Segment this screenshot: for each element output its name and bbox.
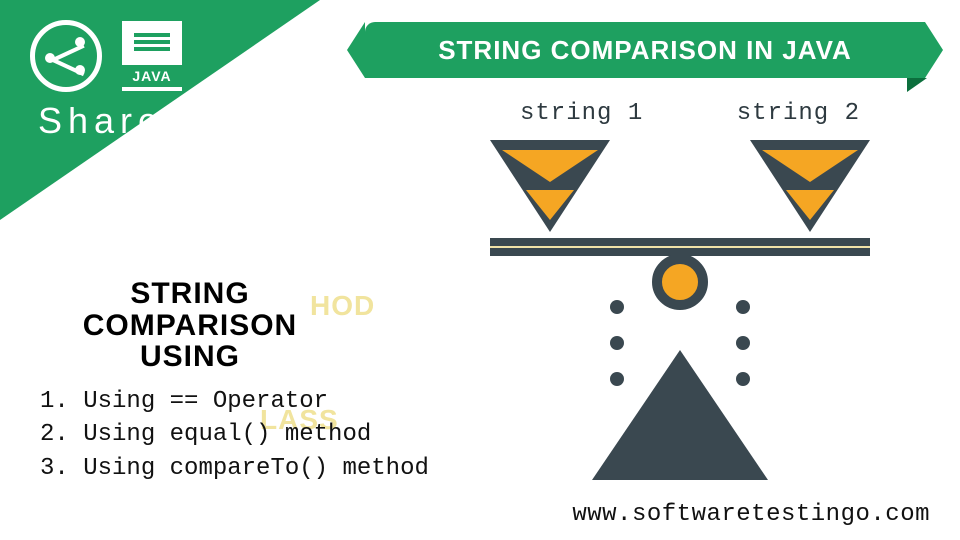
file-extension-label: JAVA bbox=[122, 65, 182, 87]
scale-fulcrum-icon bbox=[652, 254, 708, 310]
list-item: Using compareTo() method bbox=[40, 452, 430, 486]
share-badge: JAVA Share bbox=[30, 20, 182, 142]
scale-right-label: string 2 bbox=[737, 100, 860, 127]
website-url: www.softwaretestingo.com bbox=[572, 501, 930, 528]
share-label: Share bbox=[38, 100, 182, 142]
methods-heading: STRING COMPARISON USING bbox=[30, 278, 350, 373]
share-icon bbox=[30, 20, 102, 92]
list-item: Using == Operator bbox=[40, 385, 430, 419]
list-item: Using equal() method bbox=[40, 418, 430, 452]
title-ribbon: STRING COMPARISON IN JAVA bbox=[365, 22, 925, 78]
scale-base-icon bbox=[592, 350, 768, 480]
methods-list: Using == Operator Using equal() method U… bbox=[40, 385, 430, 486]
scale-left-label: string 1 bbox=[520, 100, 643, 127]
methods-section: HOD LASS STRING COMPARISON USING Using =… bbox=[30, 278, 430, 485]
scale-cup-right-icon bbox=[750, 140, 870, 232]
balance-scale-illustration: string 1 string 2 bbox=[460, 100, 900, 480]
title-text: STRING COMPARISON IN JAVA bbox=[438, 35, 852, 66]
java-file-icon: JAVA bbox=[122, 21, 182, 91]
scale-cup-left-icon bbox=[490, 140, 610, 232]
